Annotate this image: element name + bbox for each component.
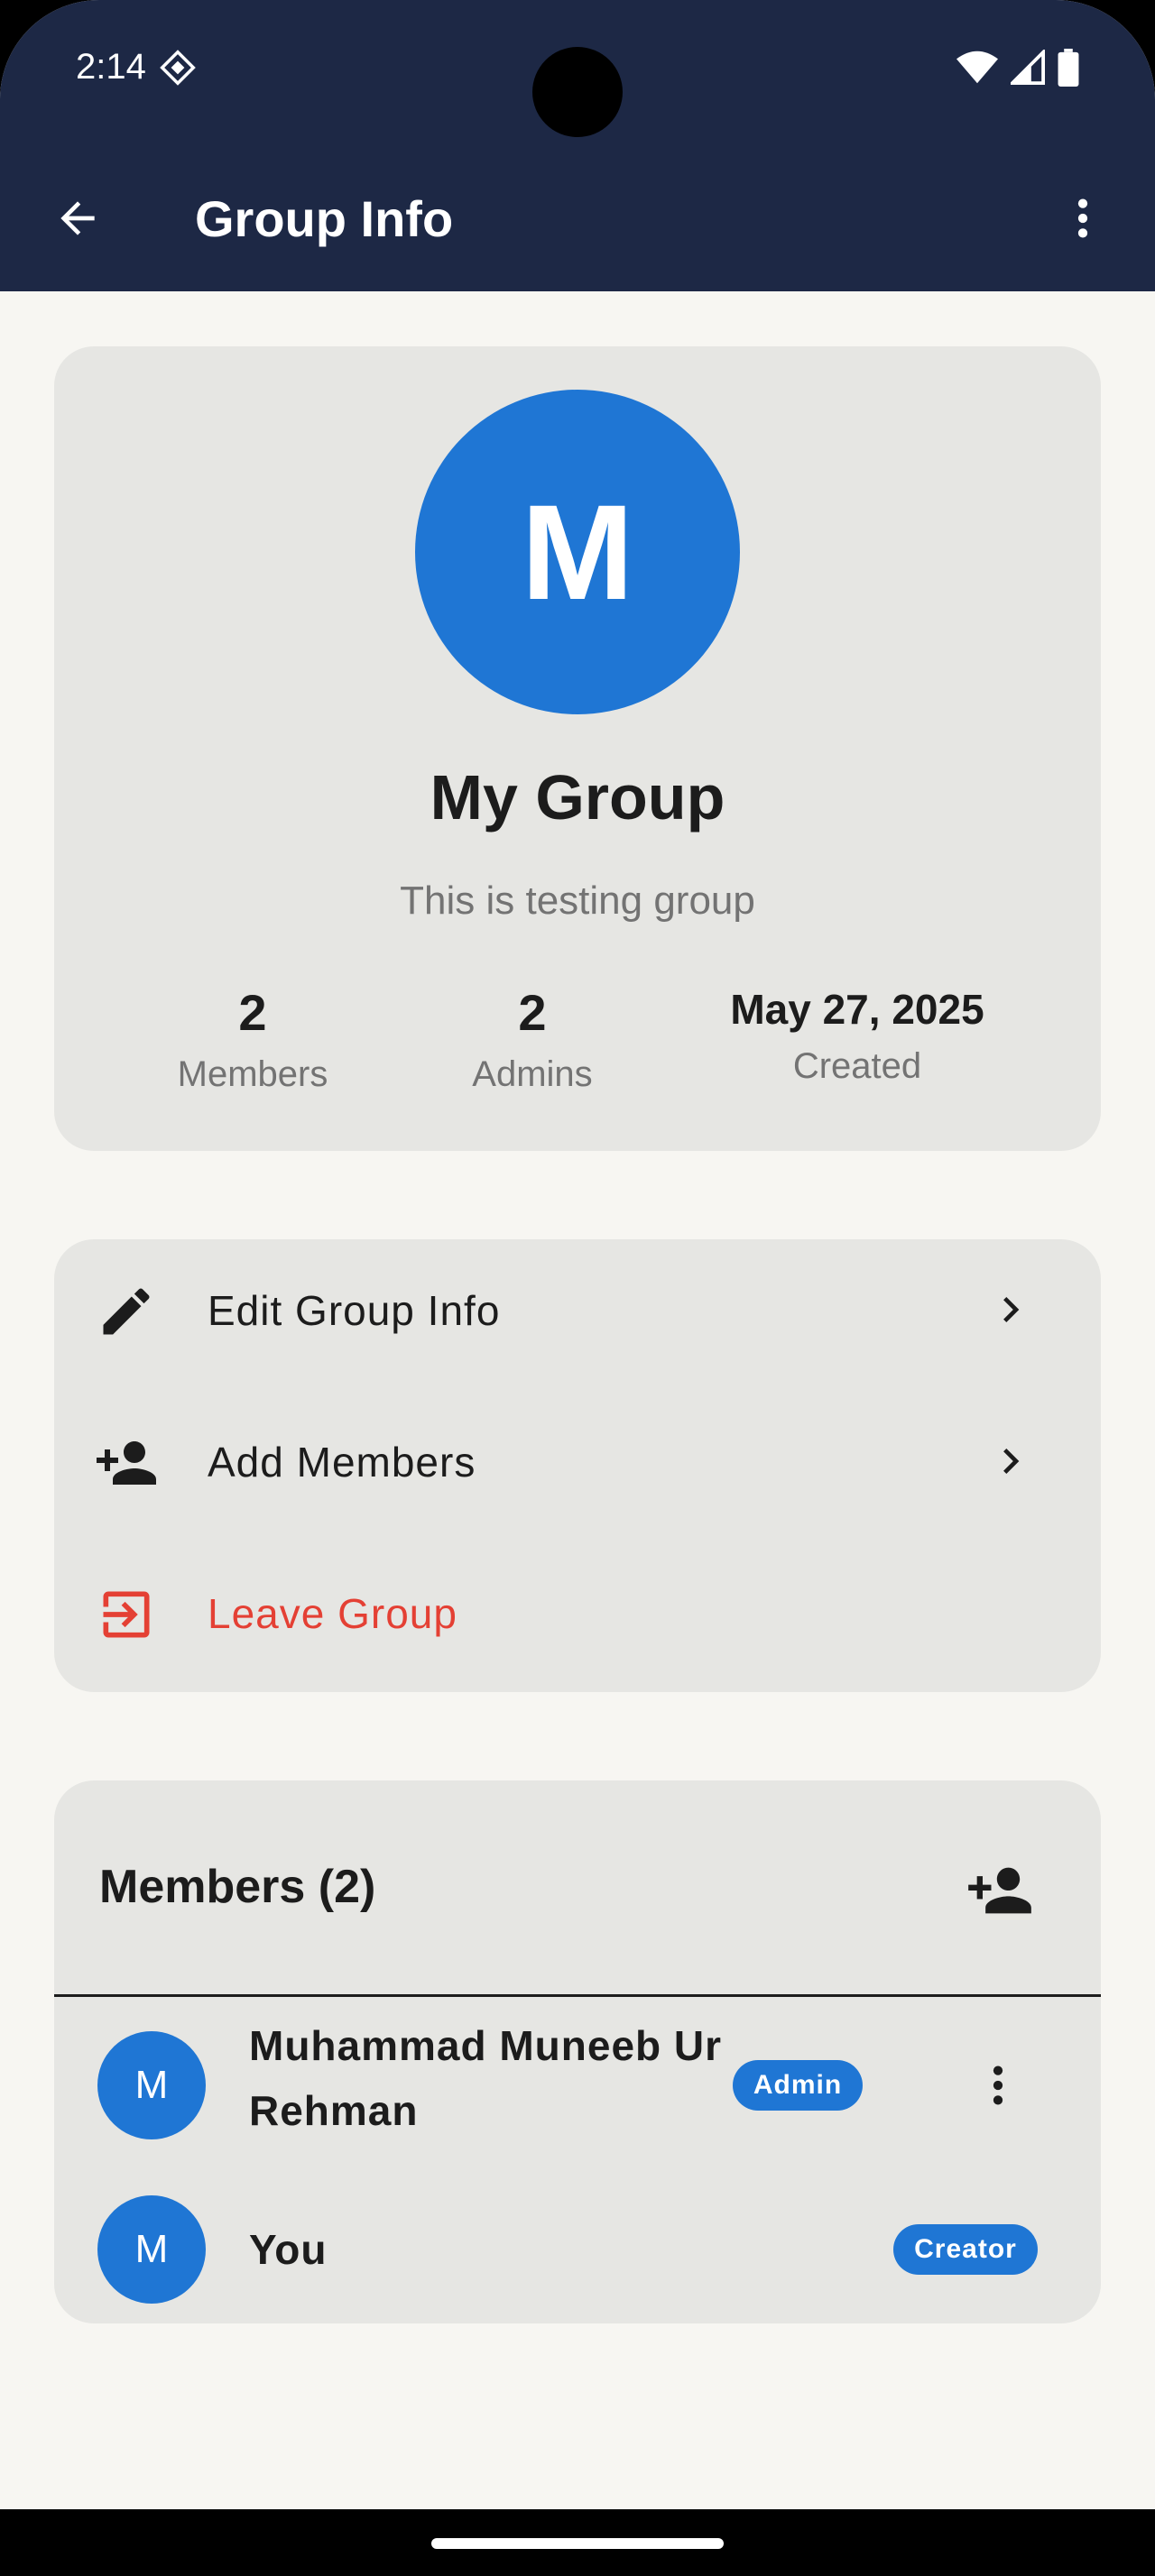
member-name-line: Muhammad Muneeb Ur [249, 2022, 723, 2069]
group-actions-card: Edit Group Info Add Members Leave Group [54, 1239, 1101, 1692]
role-badge-admin: Admin [733, 2060, 863, 2111]
add-member-button[interactable] [964, 1854, 1036, 1927]
action-label: Leave Group [208, 1590, 457, 1637]
chevron-right-icon [984, 1283, 1038, 1337]
stat-value: 2 [238, 984, 267, 1041]
home-indicator[interactable] [431, 2538, 724, 2549]
member-row[interactable]: M You Creator [54, 2159, 1101, 2313]
role-badge-creator: Creator [893, 2224, 1038, 2275]
group-description: This is testing group [400, 879, 755, 923]
add-members-button[interactable]: Add Members [54, 1398, 1101, 1524]
member-row[interactable]: M Muhammad Muneeb Ur Rehman Admin [54, 2001, 1101, 2154]
member-name-line: Rehman [249, 2087, 419, 2134]
status-bar-left: 2:14 [76, 47, 197, 87]
app-bar-row: Group Info [0, 173, 1155, 263]
action-label: Add Members [208, 1439, 476, 1486]
top-app-bar: 2:14 Group Info [0, 0, 1155, 291]
stat-label: Members [177, 1054, 328, 1094]
group-name: My Group [430, 762, 725, 833]
screen: 2:14 Group Info M My Group This is testi… [0, 0, 1155, 2509]
page-title: Group Info [195, 190, 454, 247]
action-label: Edit Group Info [208, 1287, 501, 1334]
battery-icon [1058, 49, 1079, 87]
status-bar-right [956, 49, 1079, 87]
stat-value: May 27, 2025 [730, 986, 984, 1033]
member-options-button[interactable] [971, 2049, 1025, 2121]
exit-icon [94, 1582, 159, 1647]
leave-group-button[interactable]: Leave Group [54, 1550, 1101, 1676]
member-name: You [249, 2226, 328, 2273]
avatar: M [97, 2195, 206, 2304]
chevron-right-icon [984, 1434, 1038, 1488]
stat-created: May 27, 2025 Created [686, 985, 1029, 1087]
member-name: Muhammad Muneeb Ur Rehman [249, 2013, 722, 2143]
cellular-signal-icon [1011, 50, 1045, 85]
members-header: Members (2) [54, 1780, 1101, 1997]
stat-members: 2 Members [144, 983, 361, 1095]
members-title: Members (2) [99, 1861, 376, 1913]
back-button[interactable] [45, 186, 110, 251]
arrow-back-icon [60, 201, 95, 235]
more-options-button[interactable] [1050, 186, 1115, 251]
wifi-icon [956, 51, 998, 84]
person-add-icon [968, 1867, 1031, 1914]
group-profile-card: M My Group This is testing group 2 Membe… [54, 346, 1101, 1151]
stat-label: Created [792, 1046, 922, 1086]
members-card: Members (2) M Muhammad Muneeb Ur Rehman … [54, 1780, 1101, 2323]
pencil-icon [94, 1279, 159, 1344]
more-vert-icon [1077, 198, 1088, 238]
stat-value: 2 [518, 984, 547, 1041]
more-vert-icon [993, 2065, 1003, 2105]
camera-cutout [532, 47, 623, 137]
notification-icon [160, 49, 196, 86]
edit-group-info-button[interactable]: Edit Group Info [54, 1247, 1101, 1373]
status-time: 2:14 [76, 47, 146, 87]
group-avatar[interactable]: M [415, 390, 740, 714]
stat-admins: 2 Admins [424, 983, 641, 1095]
avatar: M [97, 2031, 206, 2139]
person-add-icon [94, 1431, 159, 1495]
stat-label: Admins [472, 1054, 593, 1094]
